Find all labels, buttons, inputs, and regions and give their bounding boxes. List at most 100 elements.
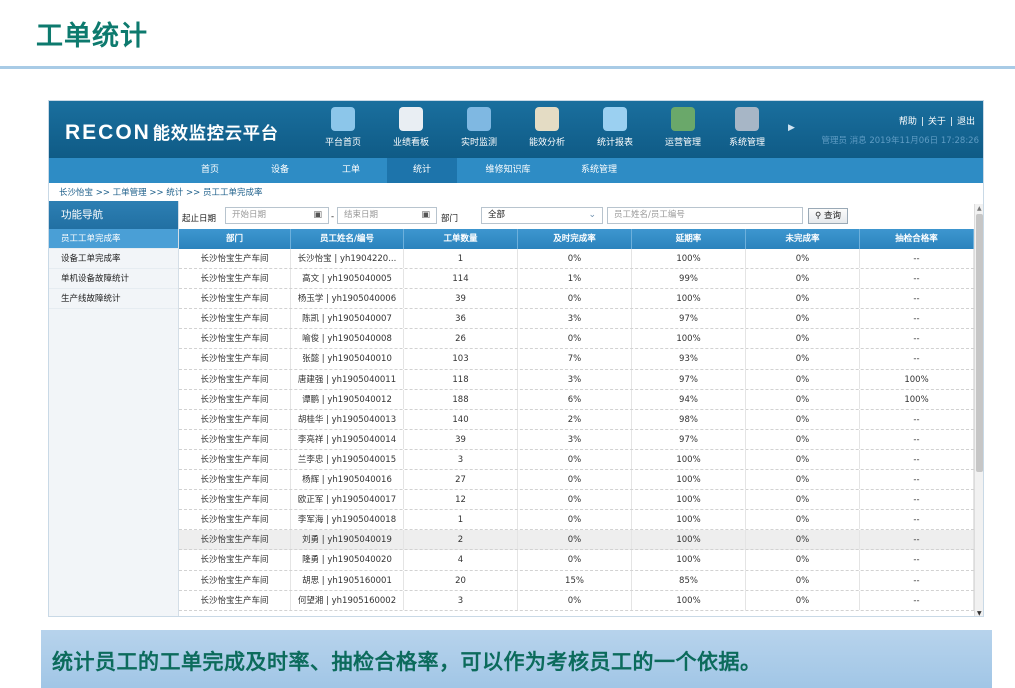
table-row[interactable]: 长沙怡宝生产车间 谭鹏 | yh1905040012 188 6% 94% 0% 100%	[179, 389, 974, 410]
sidebar-item-line-fault[interactable]: 生产线故障统计	[49, 289, 178, 309]
module-label: 实时监测	[460, 138, 497, 148]
table-cell: 20	[404, 570, 518, 590]
table-row[interactable]: 长沙怡宝生产车间 李亮祥 | yh1905040014 39 3% 97% 0% --	[179, 429, 974, 450]
table-row[interactable]: 长沙怡宝生产车间 张懿 | yh1905040010 103 7% 93% 0% --	[179, 349, 974, 370]
filter-bar: 起止日期 开始日期 ▣ - 结束日期 ▣ 部门 全部 ⌄ 员工姓名/员工编号 ⚲…	[179, 204, 974, 230]
presentation-chart-icon	[535, 107, 559, 131]
table-row[interactable]: 长沙怡宝生产车间 兰李忠 | yh1905040015 3 0% 100% 0% --	[179, 449, 974, 471]
table-cell: 93%	[632, 349, 746, 369]
module-3[interactable]: 实时监测	[449, 107, 509, 148]
sidebar-item-employee-completion[interactable]: 员工工单完成率	[49, 229, 178, 249]
column-header[interactable]: 延期率	[632, 229, 746, 249]
column-header[interactable]: 部门	[179, 229, 291, 249]
table-cell: 长沙怡宝 | yh1904220...	[291, 249, 404, 269]
table-cell: 0%	[746, 510, 860, 530]
column-header[interactable]: 工单数量	[404, 229, 518, 249]
table-cell: 100%	[860, 369, 974, 389]
nav-system[interactable]: 系统管理	[559, 158, 639, 183]
table-row[interactable]: 长沙怡宝生产车间 杨辉 | yh1905040016 27 0% 100% 0% --	[179, 470, 974, 491]
scroll-up-icon[interactable]: ▲	[977, 205, 982, 212]
brand-mark: RECON	[65, 121, 151, 144]
table-cell: --	[860, 249, 974, 269]
table-cell: 3	[404, 590, 518, 610]
nav-home[interactable]: 首页	[175, 158, 245, 183]
table-row[interactable]: 长沙怡宝生产车间 隆勇 | yh1905040020 4 0% 100% 0% --	[179, 550, 974, 571]
table-row[interactable]: 长沙怡宝生产车间 杨玉学 | yh1905040006 39 0% 100% 0% --	[179, 289, 974, 310]
calendar-icon[interactable]: ▣	[313, 208, 322, 223]
scroll-down-icon[interactable]: ▼	[977, 610, 982, 616]
employee-search-input[interactable]: 员工姓名/员工编号	[607, 207, 803, 224]
start-date-input[interactable]: 开始日期 ▣	[225, 207, 329, 224]
table-cell: 0%	[746, 470, 860, 490]
slide-title: 工单统计	[36, 21, 148, 52]
module-4[interactable]: 能效分析	[517, 107, 577, 148]
table-row[interactable]: 长沙怡宝生产车间 长沙怡宝 | yh1904220... 1 0% 100% 0% --	[179, 249, 974, 270]
query-button[interactable]: ⚲ 查询	[808, 208, 848, 224]
table-row[interactable]: 长沙怡宝生产车间 唐建强 | yh1905040011 118 3% 97% 0% 100%	[179, 369, 974, 390]
triangle-right-icon[interactable]: ▶	[788, 123, 795, 133]
end-date-placeholder: 结束日期	[344, 210, 379, 220]
table-row[interactable]: 长沙怡宝生产车间 喻俊 | yh1905040008 26 0% 100% 0% --	[179, 329, 974, 350]
table-row[interactable]: 长沙怡宝生产车间 陈凯 | yh1905040007 36 3% 97% 0% --	[179, 309, 974, 330]
table-cell: 100%	[860, 389, 974, 409]
table-row[interactable]: 长沙怡宝生产车间 李军海 | yh1905040018 1 0% 100% 0% --	[179, 510, 974, 531]
employee-completion-table: 部门 员工姓名/编号 工单数量 及时完成率 延期率 未完成率 抽检合格率 长沙怡宝生产车间长…	[179, 229, 974, 611]
table-cell: 100%	[632, 530, 746, 550]
table-cell: 长沙怡宝生产车间	[179, 309, 291, 329]
table-row[interactable]: 长沙怡宝生产车间 刘勇 | yh1905040019 2 0% 100% 0% --	[179, 530, 974, 551]
module-1[interactable]: 平台首页	[313, 107, 373, 148]
breadcrumb[interactable]: 长沙怡宝 >> 工单管理 >> 统计 >> 员工工单完成率	[59, 186, 262, 198]
table-cell: 97%	[632, 369, 746, 389]
table-cell: --	[860, 490, 974, 510]
table-cell: --	[860, 530, 974, 550]
table-cell: 118	[404, 369, 518, 389]
column-header[interactable]: 抽检合格率	[860, 229, 974, 249]
table-cell: 100%	[632, 550, 746, 570]
table-cell: 100%	[632, 470, 746, 490]
table-cell: 0%	[746, 349, 860, 369]
table-cell: 0%	[746, 429, 860, 449]
table-cell: 长沙怡宝生产车间	[179, 570, 291, 590]
nav-workorder[interactable]: 工单	[315, 158, 387, 183]
nav-statistics[interactable]: 统计	[387, 158, 457, 183]
column-header[interactable]: 未完成率	[746, 229, 860, 249]
app-logo[interactable]: RECON 能效监控云平台	[65, 119, 279, 145]
table-cell: --	[860, 570, 974, 590]
table-cell: 长沙怡宝生产车间	[179, 470, 291, 490]
table-scrollbar[interactable]: ▲ ▼	[974, 204, 983, 616]
module-label: 平台首页	[324, 138, 361, 148]
table-cell: 唐建强 | yh1905040011	[291, 369, 404, 389]
scroll-thumb[interactable]	[976, 214, 983, 472]
nav-device[interactable]: 设备	[245, 158, 315, 183]
table-cell: 3%	[518, 309, 632, 329]
end-date-input[interactable]: 结束日期 ▣	[337, 207, 437, 224]
app-window: RECON 能效监控云平台 平台首页 业绩看板 实时监测 能效分析 统计报表 运营管理 系统管…	[48, 100, 984, 617]
table-cell: --	[860, 590, 974, 610]
table-cell: 长沙怡宝生产车间	[179, 550, 291, 570]
module-2[interactable]: 业绩看板	[381, 107, 441, 148]
nav-knowledge-base[interactable]: 维修知识库	[457, 158, 559, 183]
sidebar-item-device-completion[interactable]: 设备工单完成率	[49, 249, 178, 269]
module-7[interactable]: 系统管理	[717, 107, 777, 148]
table-cell: 李军海 | yh1905040018	[291, 510, 404, 530]
help-link[interactable]: 帮助	[895, 117, 921, 127]
table-row[interactable]: 长沙怡宝生产车间 胡思 | yh1905160001 20 15% 85% 0% --	[179, 570, 974, 591]
sidebar-item-machine-fault[interactable]: 单机设备故障统计	[49, 269, 178, 289]
module-6[interactable]: 运营管理	[653, 107, 713, 148]
table-row[interactable]: 长沙怡宝生产车间 高文 | yh1905040005 114 1% 99% 0% --	[179, 269, 974, 290]
logout-link[interactable]: 退出	[953, 117, 979, 127]
top-links: 帮助 | 关于 | 退出	[895, 114, 979, 127]
table-row[interactable]: 长沙怡宝生产车间 何望湘 | yh1905160002 3 0% 100% 0% --	[179, 590, 974, 611]
table-row[interactable]: 长沙怡宝生产车间 欧正军 | yh1905040017 12 0% 100% 0% --	[179, 490, 974, 511]
table-cell: 长沙怡宝生产车间	[179, 389, 291, 409]
about-link[interactable]: 关于	[924, 117, 950, 127]
table-row[interactable]: 长沙怡宝生产车间 胡桂华 | yh1905040013 140 2% 98% 0% --	[179, 409, 974, 430]
module-5[interactable]: 统计报表	[585, 107, 645, 148]
module-label: 运营管理	[664, 138, 701, 148]
calendar-icon[interactable]: ▣	[421, 208, 430, 223]
department-select[interactable]: 全部 ⌄	[481, 207, 603, 224]
column-header[interactable]: 员工姓名/编号	[291, 229, 404, 249]
table-cell: 1	[404, 510, 518, 530]
column-header[interactable]: 及时完成率	[518, 229, 632, 249]
table-cell: 喻俊 | yh1905040008	[291, 329, 404, 349]
